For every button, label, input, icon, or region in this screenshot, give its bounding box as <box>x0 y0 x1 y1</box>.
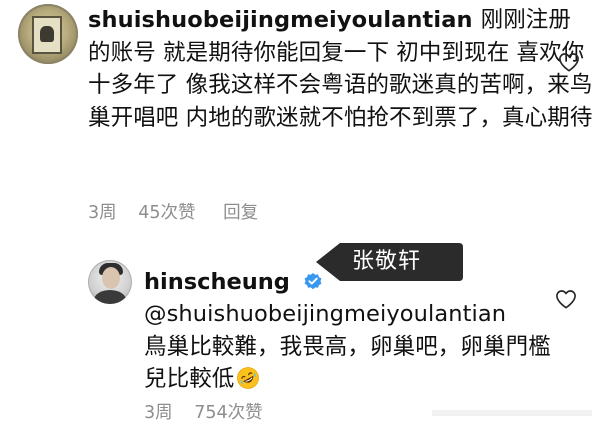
comment-text: shuishuobeijingmeiyoulantian 刚刚注册的账号 就是期待… <box>88 4 593 134</box>
reply-comment: hinscheung @shuishuobeijingmeiyoulantian… <box>0 232 600 427</box>
rolling-on-floor-laughing-icon <box>237 367 260 389</box>
comment-meta: 3周 45次赞 回复 <box>88 199 258 224</box>
comment-likes-count[interactable]: 45次赞 <box>138 199 195 224</box>
comment-username[interactable]: shuishuobeijingmeiyoulantian <box>88 7 473 33</box>
heart-outline-icon[interactable] <box>555 289 577 309</box>
mention-link[interactable]: @shuishuobeijingmeiyoulantian <box>144 301 506 327</box>
comment-time: 3周 <box>88 203 117 223</box>
comment: shuishuobeijingmeiyoulantian 刚刚注册的账号 就是期待… <box>0 0 600 232</box>
avatar[interactable] <box>18 4 78 64</box>
watermark <box>432 410 592 416</box>
reply-text: @shuishuobeijingmeiyoulantian 鳥巢比較難，我畏高，… <box>144 298 554 396</box>
reply-username[interactable]: hinscheung <box>144 269 290 295</box>
heart-outline-icon[interactable] <box>558 52 580 72</box>
reply-likes-count[interactable]: 754次赞 <box>194 399 262 424</box>
reply-button[interactable]: 回复 <box>223 199 258 224</box>
reply-body: 鳥巢比較難，我畏高，卵巢吧，卵巢門檻兒比較低 <box>144 333 551 393</box>
name-annotation-label: 张敬轩 <box>310 240 465 284</box>
name-label-text: 张敬轩 <box>352 249 422 274</box>
reply-header: hinscheung <box>144 268 323 296</box>
instagram-comments-screenshot: shuishuobeijingmeiyoulantian 刚刚注册的账号 就是期待… <box>0 0 600 427</box>
avatar[interactable] <box>88 260 132 304</box>
reply-time: 3周 <box>144 403 173 423</box>
reply-meta: 3周 754次赞 <box>144 399 285 424</box>
avatar-image <box>32 16 62 54</box>
